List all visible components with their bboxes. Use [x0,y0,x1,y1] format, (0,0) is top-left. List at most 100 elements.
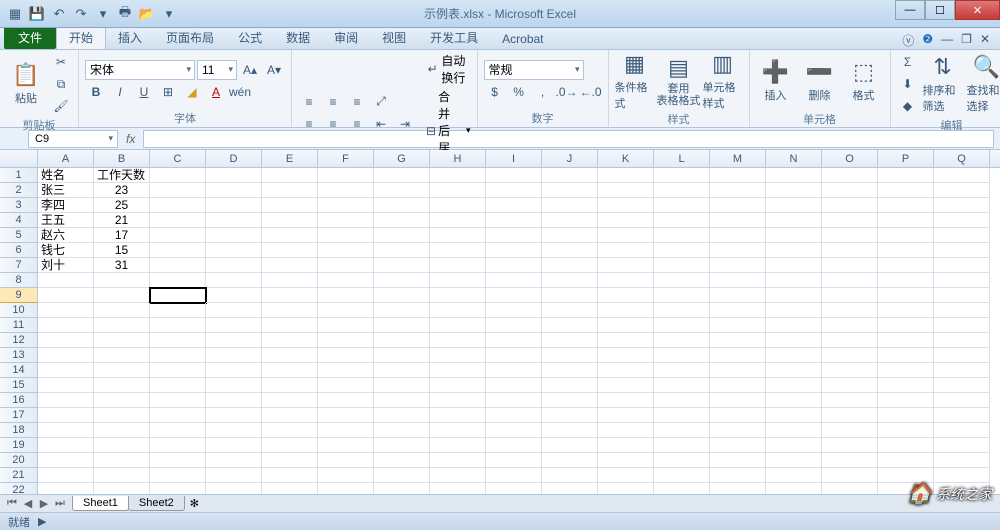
cell-L19[interactable] [654,438,710,453]
align-middle-icon[interactable]: ≡ [322,92,344,112]
cell-A6[interactable]: 钱七 [38,243,94,258]
autosum-icon[interactable]: Σ [897,52,919,72]
cell-D2[interactable] [206,183,262,198]
column-header-I[interactable]: I [486,150,542,167]
cell-L8[interactable] [654,273,710,288]
cell-F14[interactable] [318,363,374,378]
row-header-14[interactable]: 14 [0,363,38,378]
macro-icon[interactable]: ▶ [38,515,46,528]
cell-I10[interactable] [486,303,542,318]
cell-K11[interactable] [598,318,654,333]
cell-Q13[interactable] [934,348,990,363]
cell-G19[interactable] [374,438,430,453]
cell-A15[interactable] [38,378,94,393]
cell-E19[interactable] [262,438,318,453]
cell-M5[interactable] [710,228,766,243]
cell-A7[interactable]: 刘十 [38,258,94,273]
cell-I2[interactable] [486,183,542,198]
cell-A9[interactable] [38,288,94,303]
cell-N2[interactable] [766,183,822,198]
qat-dropdown-icon[interactable]: ▾ [160,5,178,23]
cell-K9[interactable] [598,288,654,303]
cell-M16[interactable] [710,393,766,408]
tab-view[interactable]: 视图 [370,26,418,49]
cell-G15[interactable] [374,378,430,393]
cell-C11[interactable] [150,318,206,333]
cell-K13[interactable] [598,348,654,363]
column-header-J[interactable]: J [542,150,598,167]
cell-D16[interactable] [206,393,262,408]
cell-K15[interactable] [598,378,654,393]
cell-A8[interactable] [38,273,94,288]
name-box[interactable]: C9 [28,130,118,148]
cell-M14[interactable] [710,363,766,378]
row-header-18[interactable]: 18 [0,423,38,438]
cell-N12[interactable] [766,333,822,348]
formula-input[interactable] [143,130,994,148]
cell-A11[interactable] [38,318,94,333]
font-name-combo[interactable]: 宋体 [85,60,195,80]
cell-O7[interactable] [822,258,878,273]
cell-I13[interactable] [486,348,542,363]
cell-K17[interactable] [598,408,654,423]
cell-Q16[interactable] [934,393,990,408]
cell-M13[interactable] [710,348,766,363]
cell-L9[interactable] [654,288,710,303]
cell-N6[interactable] [766,243,822,258]
cell-H9[interactable] [430,288,486,303]
qat-more-icon[interactable]: ▾ [94,5,112,23]
cell-C7[interactable] [150,258,206,273]
close-button[interactable]: ✕ [955,0,1000,20]
cell-N19[interactable] [766,438,822,453]
cell-C14[interactable] [150,363,206,378]
cell-H11[interactable] [430,318,486,333]
cell-D10[interactable] [206,303,262,318]
cell-O14[interactable] [822,363,878,378]
row-header-4[interactable]: 4 [0,213,38,228]
cell-F7[interactable] [318,258,374,273]
italic-button[interactable]: I [109,82,131,102]
cell-M15[interactable] [710,378,766,393]
cell-A19[interactable] [38,438,94,453]
cell-A17[interactable] [38,408,94,423]
cell-O19[interactable] [822,438,878,453]
inc-decimal-icon[interactable]: .0→ [556,82,578,102]
redo-icon[interactable]: ↷ [72,5,90,23]
cell-M6[interactable] [710,243,766,258]
cell-F21[interactable] [318,468,374,483]
cell-N14[interactable] [766,363,822,378]
ribbon-min-icon[interactable]: ⓥ [902,32,914,49]
column-header-B[interactable]: B [94,150,150,167]
cell-F16[interactable] [318,393,374,408]
column-header-L[interactable]: L [654,150,710,167]
number-format-combo[interactable]: 常规 [484,60,584,80]
cell-C6[interactable] [150,243,206,258]
cell-C15[interactable] [150,378,206,393]
cell-A4[interactable]: 王五 [38,213,94,228]
cell-B21[interactable] [94,468,150,483]
cell-F12[interactable] [318,333,374,348]
cell-P14[interactable] [878,363,934,378]
cell-I15[interactable] [486,378,542,393]
cell-E10[interactable] [262,303,318,318]
column-header-O[interactable]: O [822,150,878,167]
cell-B10[interactable] [94,303,150,318]
cell-M4[interactable] [710,213,766,228]
cell-C2[interactable] [150,183,206,198]
cell-E11[interactable] [262,318,318,333]
cell-C13[interactable] [150,348,206,363]
cell-D11[interactable] [206,318,262,333]
cell-M20[interactable] [710,453,766,468]
cell-I3[interactable] [486,198,542,213]
cell-J13[interactable] [542,348,598,363]
cell-Q3[interactable] [934,198,990,213]
cell-Q12[interactable] [934,333,990,348]
underline-button[interactable]: U [133,82,155,102]
cell-L2[interactable] [654,183,710,198]
cell-I9[interactable] [486,288,542,303]
cell-M19[interactable] [710,438,766,453]
cell-G1[interactable] [374,168,430,183]
row-header-3[interactable]: 3 [0,198,38,213]
cell-H4[interactable] [430,213,486,228]
cell-K3[interactable] [598,198,654,213]
